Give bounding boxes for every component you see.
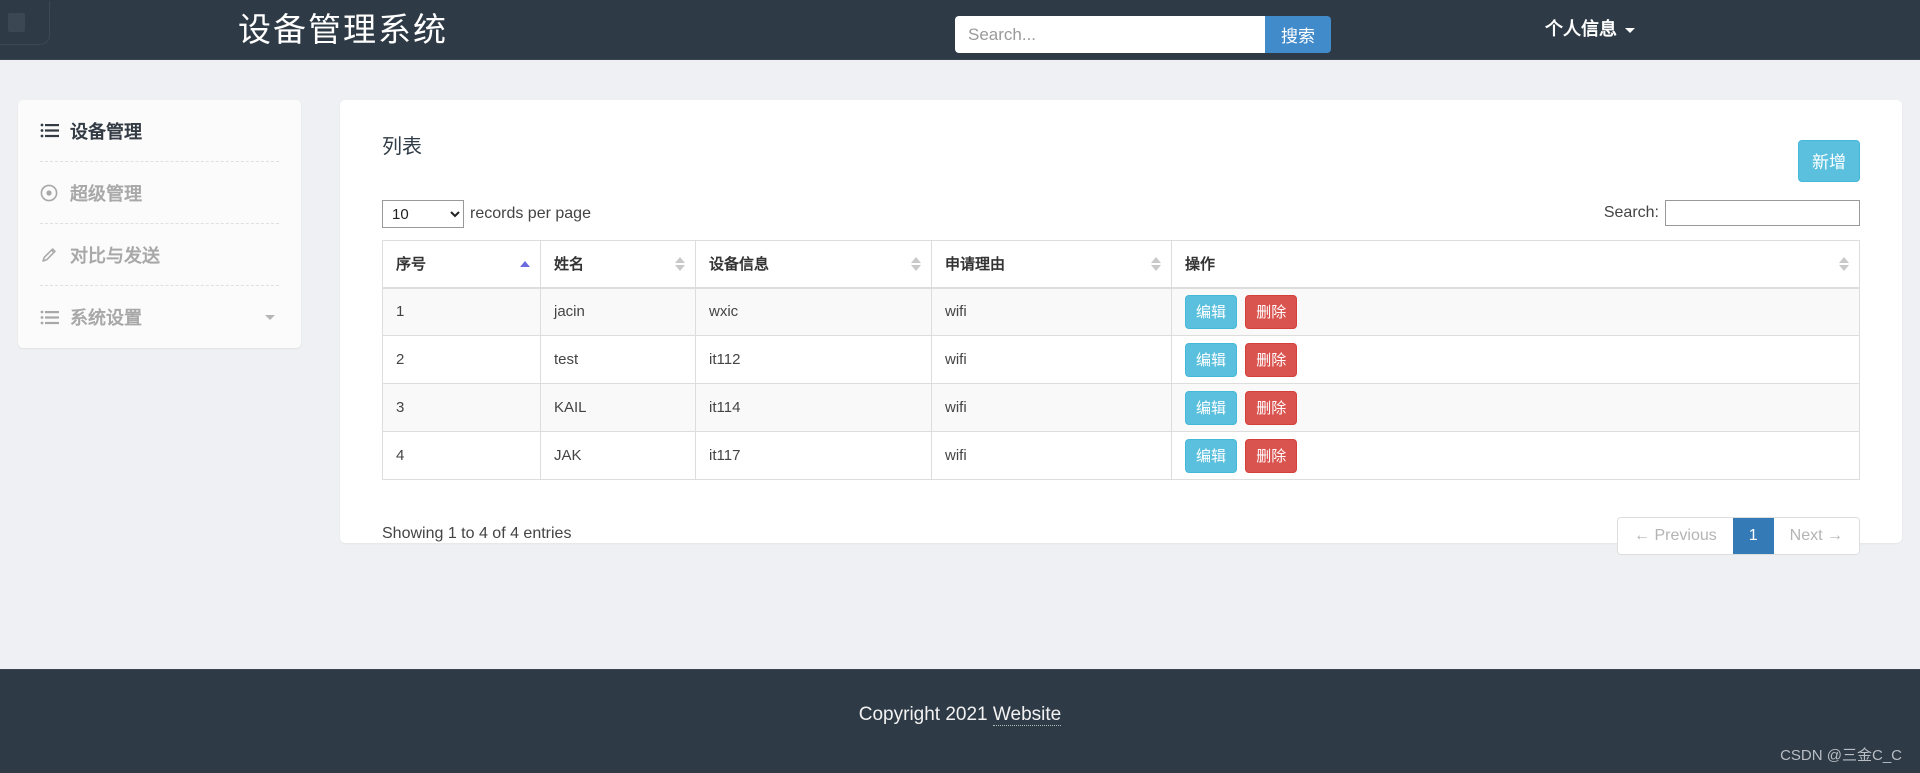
cell-device: it114: [695, 383, 932, 432]
delete-button[interactable]: 删除: [1245, 438, 1298, 473]
column-label: 申请理由: [945, 256, 1006, 274]
cell-index: 4: [382, 431, 541, 480]
records-per-page-select[interactable]: 10: [382, 200, 464, 228]
pagination-page-1[interactable]: 1: [1732, 518, 1774, 554]
sidebar-item-device-management[interactable]: 设备管理: [40, 100, 279, 162]
delete-button[interactable]: 删除: [1245, 390, 1298, 425]
column-header-device-info[interactable]: 设备信息: [695, 240, 932, 289]
sidebar-item-compare-and-send[interactable]: 对比与发送: [40, 224, 279, 286]
column-header-name[interactable]: 姓名: [540, 240, 696, 289]
table-row: 4 JAK it117 wifi 编辑 删除: [382, 431, 1860, 480]
sidebar-item-label: 超级管理: [70, 183, 142, 204]
sort-arrows-icon: [1839, 256, 1849, 271]
datatable-search-group: Search:: [1604, 200, 1860, 226]
user-info-dropdown[interactable]: 个人信息: [1545, 14, 1635, 44]
column-header-operations[interactable]: 操作: [1171, 240, 1860, 289]
cell-name: KAIL: [540, 383, 696, 432]
cell-device: it117: [695, 431, 932, 480]
edit-button[interactable]: 编辑: [1185, 294, 1238, 329]
table-row: 3 KAIL it114 wifi 编辑 删除: [382, 383, 1860, 432]
cell-name: test: [540, 335, 696, 384]
table-head: 序号 姓名 设备信息 申请理由 操作: [382, 240, 1860, 289]
sort-arrows-icon: [520, 260, 530, 267]
sidebar-item-system-settings[interactable]: 系统设置: [40, 286, 279, 348]
column-header-index[interactable]: 序号: [382, 240, 541, 289]
datatable-search-label: Search:: [1603, 204, 1659, 221]
square-glyph-icon: [8, 13, 25, 32]
cell-device: wxic: [695, 287, 932, 336]
column-label: 操作: [1185, 256, 1216, 274]
table-header-row: 序号 姓名 设备信息 申请理由 操作: [382, 240, 1860, 289]
sidebar-item-label: 对比与发送: [70, 245, 160, 266]
sort-arrows-icon: [1151, 256, 1161, 271]
page-body: 设备管理 超级管理 对比与发送 系统设置 列表 新增 10 records pe…: [0, 60, 1920, 669]
edit-button[interactable]: 编辑: [1185, 438, 1238, 473]
column-header-reason[interactable]: 申请理由: [931, 240, 1172, 289]
page-footer: Copyright 2021 Website CSDN @三金C_C: [0, 669, 1920, 773]
top-navbar: 设备管理系统 搜索 个人信息: [0, 0, 1920, 60]
pencil-icon: [40, 246, 66, 264]
cell-operations: 编辑 删除: [1171, 431, 1860, 480]
cell-index: 2: [382, 335, 541, 384]
card-title: 列表: [382, 136, 422, 158]
cell-index: 1: [382, 287, 541, 336]
navbar-search-group: 搜索: [955, 16, 1331, 53]
footer-copyright-text: Copyright 2021: [858, 704, 993, 725]
table-row: 2 test it112 wifi 编辑 删除: [382, 335, 1860, 384]
device-table: 序号 姓名 设备信息 申请理由 操作 1 jacin wxic wifi 编辑 …: [382, 240, 1860, 480]
content-card: 列表 新增 10 records per page Search: 序号 姓名 …: [340, 100, 1902, 555]
watermark: CSDN @三金C_C: [1780, 747, 1902, 764]
chevron-down-icon: [1625, 28, 1635, 33]
cell-reason: wifi: [931, 287, 1172, 336]
sidebar-item-super-management[interactable]: 超级管理: [40, 162, 279, 224]
table-row: 1 jacin wxic wifi 编辑 删除: [382, 287, 1860, 336]
sidebar: 设备管理 超级管理 对比与发送 系统设置: [18, 100, 301, 348]
circle-dot-icon: [40, 184, 66, 202]
edit-button[interactable]: 编辑: [1185, 342, 1238, 377]
records-per-page-label: records per page: [470, 205, 591, 222]
delete-button[interactable]: 删除: [1245, 342, 1298, 377]
datatable-wrapper: 序号 姓名 设备信息 申请理由 操作 1 jacin wxic wifi 编辑 …: [382, 240, 1860, 480]
navbar-corner-toggle[interactable]: [0, 1, 50, 45]
navbar-search-button[interactable]: 搜索: [1265, 16, 1331, 53]
chevron-down-icon: [265, 314, 275, 320]
list-icon: [40, 310, 66, 325]
footer-website-link[interactable]: Website: [992, 704, 1062, 726]
app-brand-title: 设备管理系统: [238, 11, 448, 48]
table-body: 1 jacin wxic wifi 编辑 删除 2 test it112 wif: [382, 287, 1860, 480]
pagination-previous[interactable]: ← Previous: [1618, 518, 1733, 554]
sidebar-item-label: 设备管理: [70, 121, 142, 142]
pagination: ← Previous 1 Next →: [1617, 517, 1860, 555]
cell-device: it112: [695, 335, 932, 384]
footer-copyright: Copyright 2021 Website: [0, 704, 1920, 726]
cell-index: 3: [382, 383, 541, 432]
cell-reason: wifi: [931, 335, 1172, 384]
cell-name: jacin: [540, 287, 696, 336]
pagination-next[interactable]: Next →: [1773, 518, 1859, 554]
delete-button[interactable]: 删除: [1245, 294, 1298, 329]
cell-reason: wifi: [931, 383, 1172, 432]
sidebar-item-label: 系统设置: [70, 308, 142, 328]
add-new-button[interactable]: 新增: [1798, 140, 1860, 182]
sort-arrows-icon: [911, 256, 921, 271]
sort-arrows-icon: [675, 256, 685, 271]
user-info-label: 个人信息: [1545, 19, 1617, 39]
list-icon: [40, 123, 66, 138]
navbar-search-input[interactable]: [955, 16, 1265, 53]
cell-operations: 编辑 删除: [1171, 383, 1860, 432]
edit-button[interactable]: 编辑: [1185, 390, 1238, 425]
cell-operations: 编辑 删除: [1171, 287, 1860, 336]
column-label: 姓名: [554, 256, 585, 274]
records-per-page-group: 10 records per page: [382, 200, 591, 228]
column-label: 序号: [396, 256, 427, 274]
cell-reason: wifi: [931, 431, 1172, 480]
cell-name: JAK: [540, 431, 696, 480]
datatable-toolbar: 10 records per page Search:: [340, 200, 1902, 234]
datatable-footer: Showing 1 to 4 of 4 entries ← Previous 1…: [382, 517, 1860, 557]
column-label: 设备信息: [709, 256, 770, 274]
datatable-info: Showing 1 to 4 of 4 entries: [382, 525, 572, 542]
cell-operations: 编辑 删除: [1171, 335, 1860, 384]
datatable-search-input[interactable]: [1665, 200, 1860, 226]
